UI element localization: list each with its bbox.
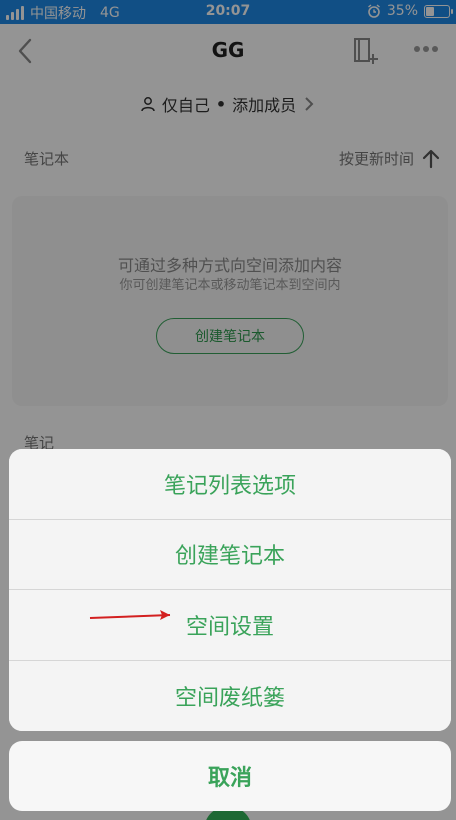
sheet-item-space-trash[interactable]: 空间废纸篓 (9, 660, 451, 731)
sheet-item-create-notebook[interactable]: 创建笔记本 (9, 519, 451, 590)
sheet-item-note-list-options[interactable]: 笔记列表选项 (9, 449, 451, 520)
annotation-arrow-icon (89, 610, 171, 620)
cancel-button[interactable]: 取消 (9, 741, 451, 811)
action-sheet: 笔记列表选项 创建笔记本 空间设置 空间废纸篓 (9, 449, 451, 731)
sheet-item-space-settings[interactable]: 空间设置 (9, 590, 451, 661)
